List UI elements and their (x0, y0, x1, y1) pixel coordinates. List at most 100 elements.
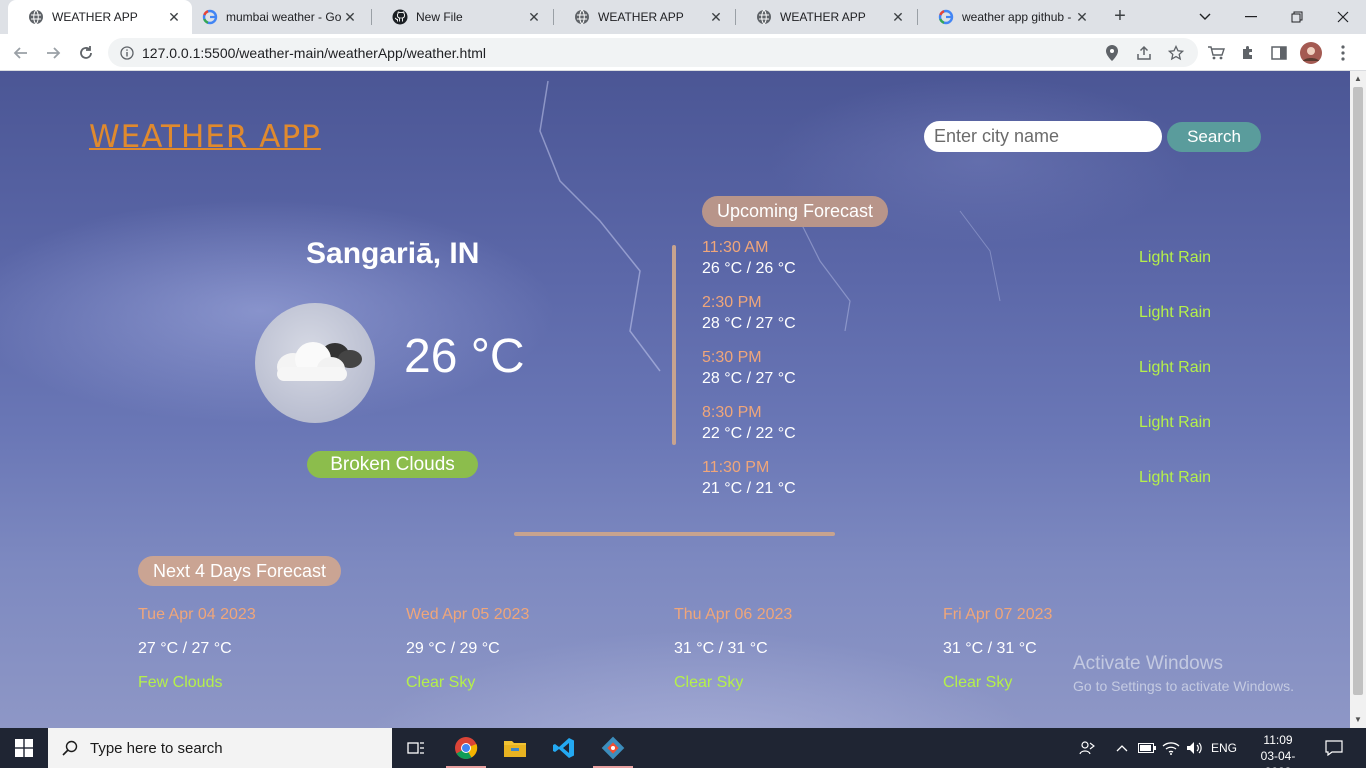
search-button[interactable]: Search (1167, 122, 1261, 152)
restore-button[interactable] (1274, 0, 1320, 34)
more-menu-icon[interactable] (1332, 42, 1354, 64)
hourly-forecast-item: 5:30 PM 28 °C / 27 °C Light Rain (702, 349, 1222, 393)
browser-tab-weather-app-2[interactable]: WEATHER APP ✕ (554, 0, 734, 34)
start-button[interactable] (0, 728, 48, 768)
battery-icon[interactable] (1136, 728, 1158, 768)
browser-tab-weather-github[interactable]: weather app github - ✕ (918, 0, 1100, 34)
day-desc: Few Clouds (138, 674, 223, 691)
file-explorer-taskbar-button[interactable] (491, 728, 539, 768)
tab-search-button[interactable] (1182, 0, 1228, 34)
browser-tab-weather-app-3[interactable]: WEATHER APP ✕ (736, 0, 916, 34)
url-text[interactable]: 127.0.0.1:5500/weather-main/weatherApp/w… (142, 45, 486, 61)
forecast-time: 11:30 PM (702, 459, 770, 476)
day-temp: 27 °C / 27 °C (138, 640, 232, 657)
app-logo[interactable]: WEATHER APP (89, 119, 321, 155)
info-icon[interactable] (120, 45, 134, 60)
people-icon[interactable] (1074, 728, 1100, 768)
scroll-up-icon[interactable]: ▲ (1350, 71, 1366, 87)
task-view-icon (407, 742, 424, 754)
tab-title: WEATHER APP (598, 10, 684, 24)
scrollbar-thumb[interactable] (1353, 87, 1363, 695)
wifi-icon[interactable] (1160, 728, 1182, 768)
address-bar[interactable]: 127.0.0.1:5500/weather-main/weatherApp/w… (108, 38, 1198, 67)
forecast-temp: 28 °C / 27 °C (702, 370, 796, 387)
git-icon (601, 736, 625, 760)
day-desc: Clear Sky (674, 674, 744, 691)
tab-title: mumbai weather - Go (226, 10, 342, 24)
folder-icon (504, 741, 526, 757)
minimize-button[interactable] (1228, 0, 1274, 34)
tab-title: WEATHER APP (780, 10, 866, 24)
forward-button[interactable] (40, 40, 66, 66)
chevron-down-icon (1199, 13, 1211, 20)
chrome-icon (455, 737, 478, 759)
close-icon[interactable]: ✕ (890, 9, 906, 26)
close-window-button[interactable] (1320, 0, 1366, 34)
new-tab-button[interactable]: + (1108, 5, 1132, 29)
volume-icon[interactable] (1184, 728, 1206, 768)
forecast-desc: Light Rain (1139, 414, 1212, 431)
chrome-taskbar-button[interactable] (442, 728, 490, 768)
browser-tab-weather-app[interactable]: WEATHER APP ✕ (8, 0, 192, 34)
forecast-desc: Light Rain (1139, 469, 1212, 486)
globe-icon (575, 9, 589, 25)
hourly-forecast-item: 2:30 PM 28 °C / 27 °C Light Rain (702, 294, 1222, 338)
forecast-temp: 22 °C / 22 °C (702, 425, 796, 442)
notification-icon[interactable] (1318, 728, 1350, 768)
hourly-forecast-item: 11:30 PM 21 °C / 21 °C Light Rain (702, 459, 1222, 503)
forecast-time: 8:30 PM (702, 404, 762, 421)
close-icon[interactable]: ✕ (526, 9, 542, 26)
city-search-input[interactable] (924, 121, 1162, 152)
chevron-up-icon[interactable] (1112, 728, 1132, 768)
cart-icon[interactable] (1205, 42, 1227, 64)
day-temp: 29 °C / 29 °C (406, 640, 500, 657)
close-icon[interactable]: ✕ (166, 9, 182, 26)
location-icon[interactable] (1101, 42, 1123, 64)
language-indicator[interactable]: ENG (1208, 728, 1240, 768)
weather-icon-container (255, 303, 375, 423)
current-condition: Broken Clouds (307, 451, 478, 478)
restore-icon (1291, 11, 1303, 23)
clock-date: 03-04-2023 (1260, 749, 1296, 768)
daily-forecast-item: Thu Apr 06 2023 31 °C / 31 °C Clear Sky (674, 606, 914, 696)
vscode-icon (553, 738, 574, 758)
taskbar-search-box[interactable]: Type here to search (48, 728, 392, 768)
reload-button[interactable] (73, 40, 99, 66)
share-icon[interactable] (1133, 42, 1155, 64)
current-temperature: 26 °C (404, 330, 525, 383)
task-view-button[interactable] (392, 728, 440, 768)
minimize-icon (1245, 16, 1257, 18)
tab-title: WEATHER APP (52, 10, 138, 24)
windows-logo-icon (15, 739, 33, 757)
day-date: Fri Apr 07 2023 (943, 606, 1053, 623)
watermark-subtitle: Go to Settings to activate Windows. (1073, 678, 1294, 694)
browser-tab-new-file[interactable]: New File ✕ (372, 0, 552, 34)
taskbar-clock[interactable]: 11:09 03-04-2023 (1252, 732, 1304, 768)
divider-horizontal (514, 532, 835, 536)
back-button[interactable] (8, 40, 34, 66)
forecast-time: 5:30 PM (702, 349, 762, 366)
browser-tab-mumbai-weather[interactable]: mumbai weather - Go ✕ (182, 0, 368, 34)
next-days-forecast-title: Next 4 Days Forecast (138, 556, 341, 586)
page-scrollbar[interactable]: ▲ ▼ (1350, 71, 1366, 728)
arrow-left-icon (13, 47, 27, 59)
side-panel-icon[interactable] (1268, 42, 1290, 64)
profile-avatar[interactable] (1300, 42, 1322, 64)
extensions-icon[interactable] (1237, 42, 1259, 64)
google-icon (202, 9, 218, 25)
bookmark-star-icon[interactable] (1165, 42, 1187, 64)
hourly-forecast-item: 8:30 PM 22 °C / 22 °C Light Rain (702, 404, 1222, 448)
windows-taskbar: Type here to search ENG 11:09 03-04-2023 (0, 728, 1366, 768)
day-desc: Clear Sky (406, 674, 476, 691)
scroll-down-icon[interactable]: ▼ (1350, 712, 1366, 728)
vscode-taskbar-button[interactable] (540, 728, 588, 768)
upcoming-forecast-title: Upcoming Forecast (702, 196, 888, 227)
day-desc: Clear Sky (943, 674, 1013, 691)
close-icon[interactable]: ✕ (708, 9, 724, 26)
git-taskbar-button[interactable] (589, 728, 637, 768)
forecast-time: 11:30 AM (702, 239, 769, 256)
close-icon[interactable]: ✕ (342, 9, 358, 26)
taskbar-search-placeholder[interactable]: Type here to search (90, 740, 223, 757)
close-icon[interactable]: ✕ (1074, 9, 1090, 26)
hourly-forecast-item: 11:30 AM 26 °C / 26 °C Light Rain (702, 239, 1222, 283)
